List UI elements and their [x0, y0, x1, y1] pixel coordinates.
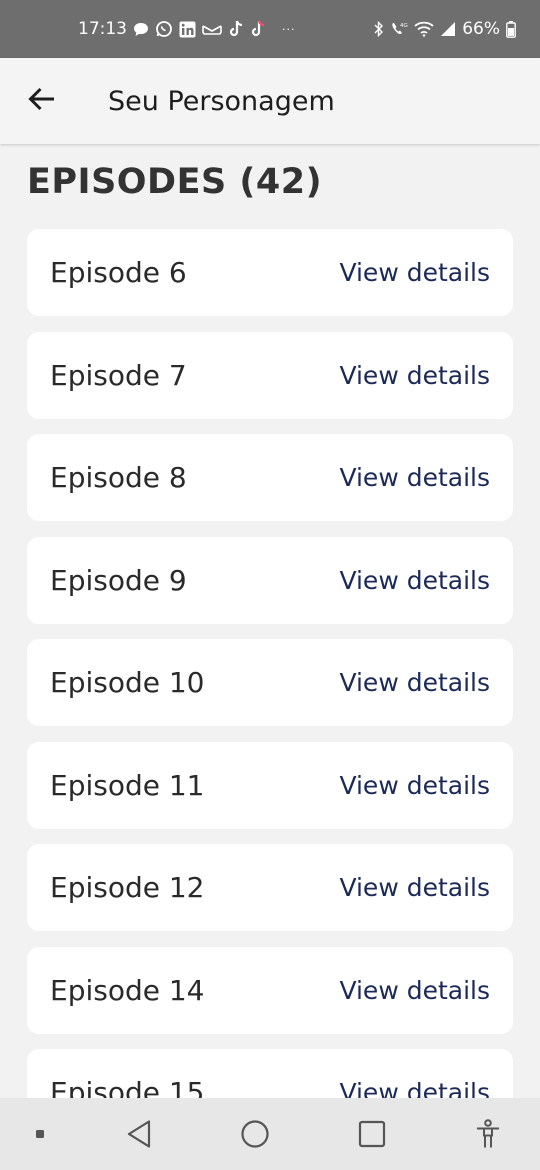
- view-details-link[interactable]: View details: [339, 566, 490, 595]
- volte-call-icon: 4G: [390, 21, 408, 37]
- view-details-link[interactable]: View details: [339, 258, 490, 287]
- accessibility-icon[interactable]: [460, 1106, 516, 1162]
- episode-label: Episode 14: [50, 973, 205, 1007]
- episode-card[interactable]: Episode 12 View details: [27, 844, 513, 931]
- status-time: 17:13: [78, 19, 127, 39]
- system-nav-bar: [0, 1098, 540, 1170]
- back-button[interactable]: [0, 58, 84, 144]
- view-details-link[interactable]: View details: [339, 361, 490, 390]
- episode-card[interactable]: Episode 11 View details: [27, 741, 513, 829]
- svg-text:4G: 4G: [400, 23, 408, 29]
- signal-icon: [440, 21, 456, 37]
- status-bar-left: 17:13 ···: [78, 19, 296, 39]
- battery-percent: 66%: [462, 19, 500, 39]
- whatsapp-icon: [155, 20, 173, 38]
- status-bar-right: 4G 66%: [374, 19, 516, 39]
- main-content[interactable]: EPISODES (42) Episode 6 View details Epi…: [0, 144, 540, 1098]
- episode-label: Episode 6: [50, 256, 187, 289]
- tiktok-icon: [250, 20, 266, 38]
- more-notifications-indicator: ···: [282, 22, 296, 36]
- view-details-link[interactable]: View details: [339, 976, 490, 1005]
- episode-label: Episode 7: [50, 358, 187, 392]
- episode-card[interactable]: Episode 10 View details: [27, 639, 513, 726]
- episode-card[interactable]: Episode 15 View details: [27, 1049, 513, 1098]
- back-triangle-icon[interactable]: [111, 1106, 167, 1162]
- episodes-heading: EPISODES (42): [27, 162, 323, 202]
- episode-label: Episode 12: [50, 871, 205, 904]
- view-details-link[interactable]: View details: [339, 873, 490, 902]
- status-bar: 17:13 ··· 4G 66%: [0, 0, 540, 58]
- small-square-icon: [30, 1106, 50, 1162]
- episode-card[interactable]: Episode 14 View details: [27, 946, 513, 1034]
- view-details-link[interactable]: View details: [339, 771, 490, 800]
- episode-label: Episode 8: [50, 461, 187, 494]
- chat-bubble-icon: [133, 22, 149, 37]
- bluetooth-icon: [374, 21, 384, 37]
- arrow-left-icon: [28, 87, 56, 115]
- tiktok-icon: [228, 20, 244, 38]
- page-title: Seu Personagem: [108, 85, 335, 117]
- wifi-icon: [414, 21, 434, 37]
- episode-label: Episode 15: [50, 1076, 205, 1098]
- mail-tray-icon: [202, 22, 222, 36]
- recents-square-icon[interactable]: [344, 1106, 400, 1162]
- episode-label: Episode 10: [50, 666, 205, 699]
- episode-card[interactable]: Episode 9 View details: [27, 536, 513, 624]
- episode-label: Episode 11: [50, 768, 205, 802]
- episode-list: Episode 6 View details Episode 7 View de…: [27, 229, 513, 1098]
- view-details-link[interactable]: View details: [339, 1078, 490, 1098]
- episode-card[interactable]: Episode 6 View details: [27, 229, 513, 316]
- episode-card[interactable]: Episode 7 View details: [27, 331, 513, 419]
- linkedin-icon: [179, 21, 196, 38]
- app-bar: Seu Personagem: [0, 58, 540, 144]
- home-circle-icon[interactable]: [227, 1106, 283, 1162]
- view-details-link[interactable]: View details: [339, 668, 490, 697]
- episode-label: Episode 9: [50, 563, 187, 597]
- battery-icon: [506, 20, 516, 38]
- view-details-link[interactable]: View details: [339, 463, 490, 492]
- episode-card[interactable]: Episode 8 View details: [27, 434, 513, 521]
